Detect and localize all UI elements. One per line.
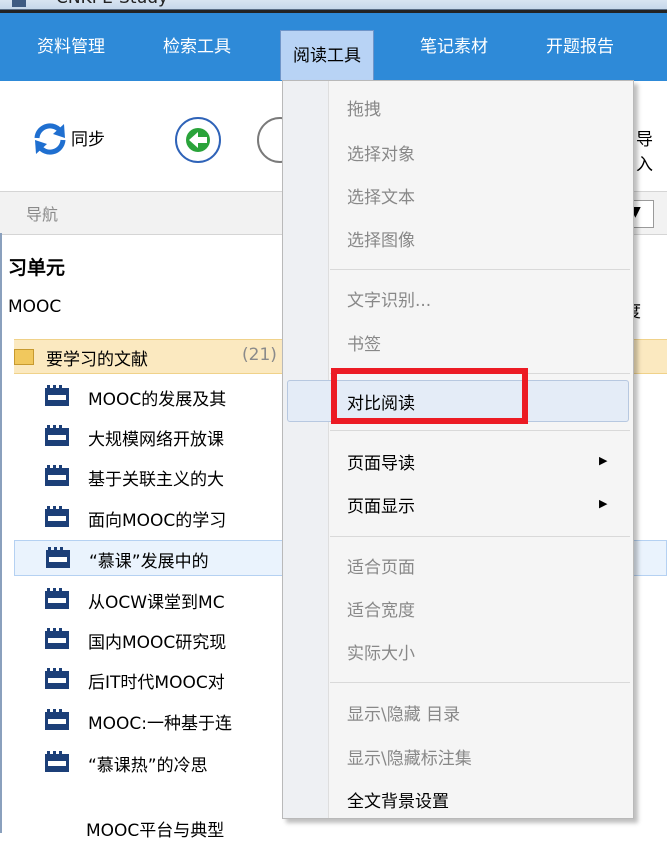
menu-icon-gutter <box>283 81 328 818</box>
menu-separator <box>330 682 630 683</box>
menu-proposal-report[interactable]: 开题报告 <box>546 13 614 81</box>
caj-document-icon <box>45 668 69 689</box>
document-title: 从OCW课堂到MC <box>88 593 225 613</box>
menu-item-page-guide[interactable]: 页面导读 <box>347 449 415 474</box>
menu-item-select-image[interactable]: 选择图像 <box>347 226 415 251</box>
sync-button-label[interactable]: 同步 <box>71 125 105 150</box>
reading-tools-dropdown: 拖拽 选择对象 选择文本 选择图像 文字识别... 书签 对比阅读 页面导读 ▶… <box>282 80 634 819</box>
menu-separator <box>330 269 630 270</box>
nav-header-label: 导航 <box>26 205 59 224</box>
menu-item-background-settings[interactable]: 全文背景设置 <box>347 787 449 812</box>
caj-document-icon <box>45 751 69 772</box>
submenu-arrow-icon: ▶ <box>599 497 608 510</box>
menu-item-drag[interactable]: 拖拽 <box>347 95 381 120</box>
menu-separator <box>330 430 630 431</box>
menu-resource-management[interactable]: 资料管理 <box>37 13 105 81</box>
caj-document-icon <box>45 709 69 730</box>
unit-title: 习单元 <box>8 257 66 279</box>
menubar: 资料管理 检索工具 阅读工具 笔记素材 开题报告 <box>0 13 667 81</box>
caj-document-icon <box>45 506 69 527</box>
folder-icon <box>14 349 34 365</box>
document-title: 面向MOOC的学习 <box>88 511 227 531</box>
menu-item-select-text[interactable]: 选择文本 <box>347 183 415 208</box>
folder-count: (21) <box>242 345 277 365</box>
menu-item-page-display[interactable]: 页面显示 <box>347 492 415 517</box>
caj-document-icon <box>45 588 69 609</box>
menu-item-ocr[interactable]: 文字识别... <box>347 286 431 311</box>
panel-border <box>0 233 2 833</box>
submenu-arrow-icon: ▶ <box>599 454 608 467</box>
sync-icon[interactable] <box>31 120 69 158</box>
document-title: MOOC的发展及其 <box>88 390 227 410</box>
document-title: “慕课”发展中的 <box>89 552 209 572</box>
window-title: CNKI E-Study <box>56 0 168 8</box>
caj-document-icon <box>45 628 69 649</box>
folder-label: 要学习的文献 <box>46 350 148 370</box>
back-arrow-icon <box>186 128 210 152</box>
document-title: 基于关联主义的大 <box>88 470 224 490</box>
caj-document-icon <box>45 425 69 446</box>
menu-search-tools[interactable]: 检索工具 <box>163 13 231 81</box>
annotation-highlight-box <box>331 368 528 424</box>
window-titlebar: CNKI E-Study <box>0 0 667 10</box>
menu-item-toggle-toc[interactable]: 显示\隐藏 目录 <box>347 700 460 725</box>
menu-item-bookmark[interactable]: 书签 <box>347 330 381 355</box>
menu-item-actual-size[interactable]: 实际大小 <box>347 639 415 664</box>
menu-item-select-object[interactable]: 选择对象 <box>347 140 415 165</box>
document-title: 国内MOOC研究现 <box>88 633 227 653</box>
caj-document-icon <box>46 547 70 568</box>
import-button-label[interactable]: 导入 <box>636 125 667 175</box>
document-title-partial[interactable]: MOOC平台与典型 <box>86 816 224 841</box>
app-icon <box>12 0 26 7</box>
menu-item-toggle-annotations[interactable]: 显示\隐藏标注集 <box>347 744 472 769</box>
menu-gutter-divider <box>328 81 329 818</box>
unit-subtitle: MOOC <box>8 297 62 317</box>
document-title: 大规模网络开放课 <box>88 430 224 450</box>
menu-reading-tools[interactable]: 阅读工具 <box>280 30 374 80</box>
caj-document-icon <box>45 465 69 486</box>
document-title: “慕课热”的冷思 <box>88 756 208 776</box>
document-title: MOOC:一种基于连 <box>88 714 233 734</box>
menu-item-fit-width[interactable]: 适合宽度 <box>347 596 415 621</box>
menu-item-fit-page[interactable]: 适合页面 <box>347 553 415 578</box>
menu-separator <box>330 536 630 537</box>
menu-notes-materials[interactable]: 笔记素材 <box>420 13 488 81</box>
caj-document-icon <box>45 385 69 406</box>
document-title: 后IT时代MOOC对 <box>88 673 225 693</box>
back-button[interactable] <box>175 117 221 163</box>
